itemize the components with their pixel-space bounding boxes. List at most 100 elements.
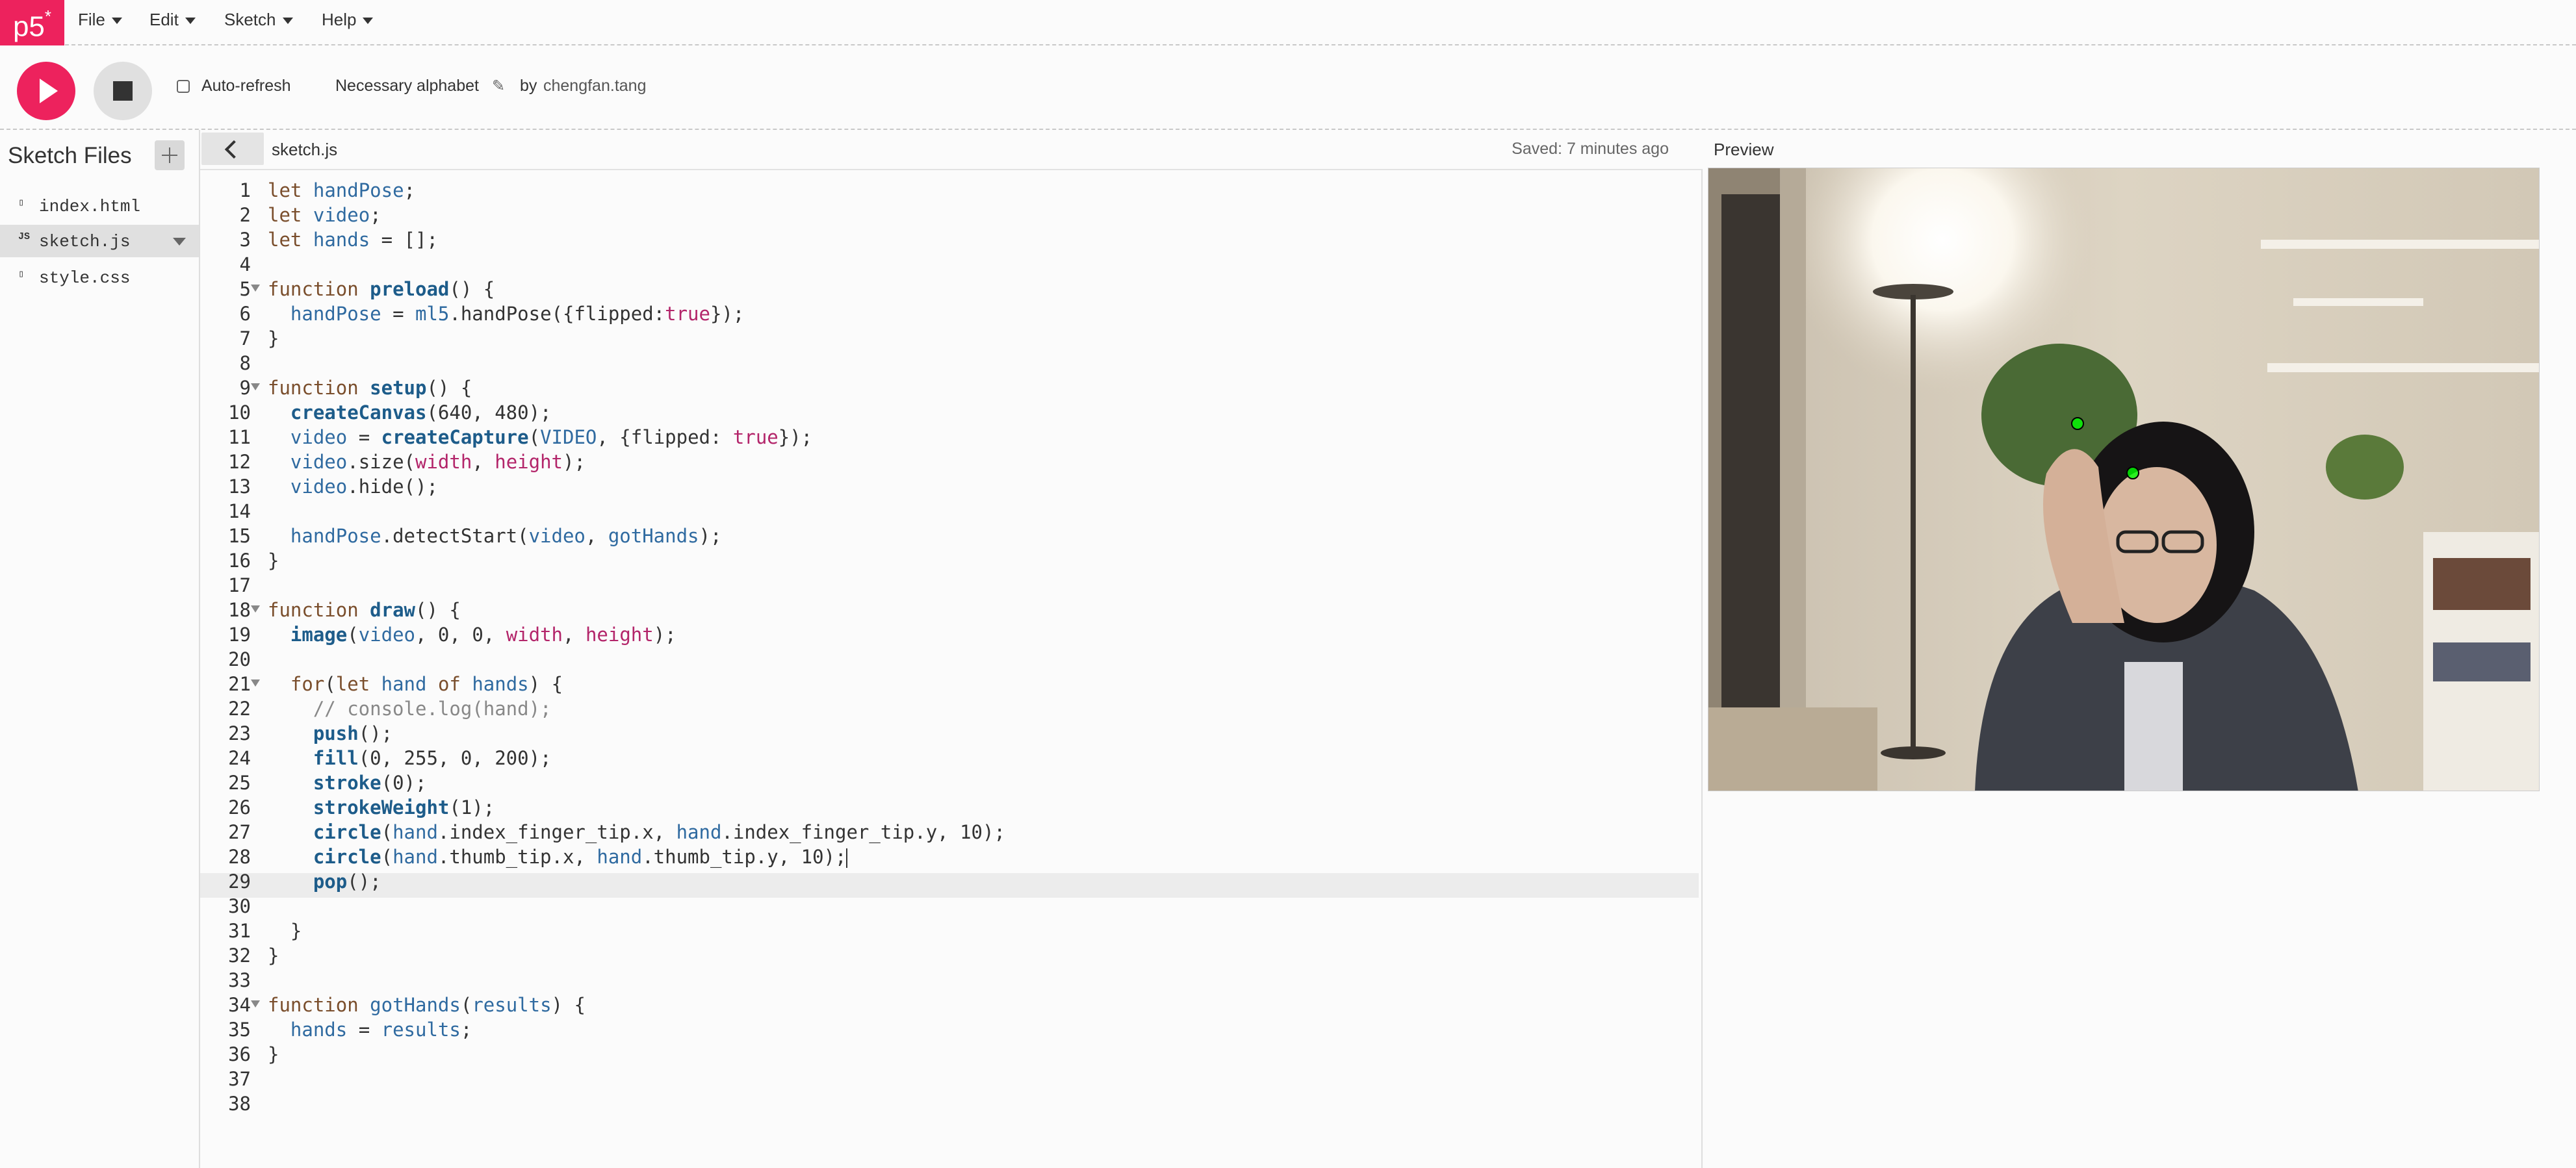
code-line[interactable]: createCanvas(640, 480); <box>268 400 552 425</box>
line-number: 34 <box>228 994 251 1016</box>
chevron-left-icon <box>224 140 244 159</box>
thumb-tip-point <box>2126 466 2139 479</box>
code-line[interactable]: handPose.detectStart(video, gotHands); <box>268 524 722 548</box>
code-editor[interactable]: 1 2 3 4 5 6 7 8 9 10 11 12 13 14 15 16 17 18 19 20 21 22 23 24 2… <box>200 169 1703 1168</box>
stop-button[interactable] <box>94 62 152 120</box>
code-line[interactable]: circle(hand.index_finger_tip.x, hand.ind… <box>268 820 1005 844</box>
sketch-files-sidebar: Sketch Files ▯ index.html JS sketch.js ▯… <box>0 130 200 1168</box>
code-line[interactable]: let hands = []; <box>268 227 438 252</box>
line-number: 19 <box>228 624 251 646</box>
text-cursor <box>846 848 848 868</box>
code-line[interactable]: strokeWeight(1); <box>268 795 495 820</box>
add-file-button[interactable] <box>155 140 185 170</box>
file-item-style-css[interactable]: ▯ style.css <box>0 261 199 294</box>
author-link[interactable]: chengfan.tang <box>543 77 646 95</box>
line-number: 13 <box>228 476 251 498</box>
line-number: 2 <box>239 204 251 226</box>
line-number: 22 <box>228 698 251 720</box>
line-number: 11 <box>228 426 251 448</box>
code-line[interactable]: hands = results; <box>268 1017 472 1042</box>
code-line[interactable]: stroke(0); <box>268 770 427 795</box>
code-line[interactable]: pop(); <box>268 869 381 894</box>
code-line[interactable]: function preload() { <box>268 277 495 301</box>
code-line[interactable]: for(let hand of hands) { <box>268 672 563 696</box>
line-number: 17 <box>228 574 251 596</box>
p5-logo[interactable]: p5* <box>0 0 64 45</box>
menu-sketch-label: Sketch <box>224 10 276 29</box>
menu-file[interactable]: File <box>78 0 122 39</box>
menu-help[interactable]: Help <box>322 0 374 39</box>
editor-file-tab: sketch.js <box>272 140 338 159</box>
file-icon: ▯ <box>18 269 25 280</box>
line-number: 3 <box>239 229 251 251</box>
auto-refresh-label[interactable]: Auto-refresh <box>201 77 291 95</box>
code-line[interactable]: video.size(width, height); <box>268 450 586 474</box>
file-item-index-html[interactable]: ▯ index.html <box>0 190 199 222</box>
code-line[interactable]: function gotHands(results) { <box>268 993 586 1017</box>
caret-down-icon <box>363 18 374 25</box>
line-number: 15 <box>228 525 251 547</box>
code-line[interactable]: } <box>268 919 302 943</box>
line-number: 20 <box>228 648 251 670</box>
line-number: 14 <box>228 500 251 522</box>
caret-down-icon <box>185 18 196 25</box>
webcam-feed-image <box>1708 168 2539 791</box>
code-line[interactable]: push(); <box>268 721 393 746</box>
line-number: 35 <box>228 1019 251 1041</box>
line-number: 18 <box>228 599 251 621</box>
file-item-sketch-js[interactable]: JS sketch.js <box>0 225 199 257</box>
line-number: 33 <box>228 969 251 991</box>
line-number: 30 <box>228 895 251 917</box>
menu-help-label: Help <box>322 10 357 29</box>
fold-arrow-icon[interactable] <box>251 1000 260 1008</box>
line-number: 8 <box>239 352 251 374</box>
code-line[interactable]: function draw() { <box>268 598 461 622</box>
code-line[interactable]: let video; <box>268 203 381 227</box>
code-line[interactable]: handPose = ml5.handPose({flipped:true}); <box>268 301 744 326</box>
code-line[interactable]: } <box>268 943 279 968</box>
line-number: 37 <box>228 1068 251 1090</box>
caret-down-icon <box>111 18 122 25</box>
fold-arrow-icon[interactable] <box>251 383 260 390</box>
menu-sketch[interactable]: Sketch <box>224 0 293 39</box>
fold-arrow-icon[interactable] <box>251 285 260 292</box>
play-button[interactable] <box>17 62 75 120</box>
pencil-icon[interactable]: ✎ <box>492 77 505 95</box>
fold-arrow-icon[interactable] <box>251 605 260 613</box>
code-line[interactable]: } <box>268 548 279 573</box>
line-number: 23 <box>228 722 251 744</box>
code-line[interactable]: function setup() { <box>268 375 472 400</box>
line-number: 10 <box>228 401 251 424</box>
line-number: 7 <box>239 327 251 349</box>
toolbar: Auto-refresh Necessary alphabet ✎ by che… <box>0 45 2576 130</box>
line-number: 16 <box>228 550 251 572</box>
project-name[interactable]: Necessary alphabet <box>335 77 479 95</box>
line-number: 25 <box>228 772 251 794</box>
code-area[interactable]: let handPose; let video; let hands = []; fu… <box>268 170 1697 1168</box>
code-line[interactable]: // console.log(hand); <box>268 696 552 721</box>
line-number: 27 <box>228 821 251 843</box>
code-line[interactable]: let handPose; <box>268 178 415 203</box>
line-number-gutter: 1 2 3 4 5 6 7 8 9 10 11 12 13 14 15 16 17 18 19 20 21 22 23 24 2… <box>200 170 268 1168</box>
fold-arrow-icon[interactable] <box>251 679 260 687</box>
collapse-sidebar-button[interactable] <box>201 133 264 165</box>
code-line[interactable]: video.hide(); <box>268 474 438 499</box>
line-number: 21 <box>228 673 251 695</box>
menu-edit[interactable]: Edit <box>149 0 196 39</box>
line-number: 26 <box>228 796 251 819</box>
line-number: 36 <box>228 1043 251 1065</box>
preview-canvas[interactable] <box>1708 168 2540 791</box>
code-line[interactable]: } <box>268 1042 279 1067</box>
code-line[interactable]: video = createCapture(VIDEO, {flipped: t… <box>268 425 812 450</box>
line-number: 1 <box>239 179 251 201</box>
js-file-icon: JS <box>18 231 31 242</box>
code-line[interactable]: image(video, 0, 0, width, height); <box>268 622 676 647</box>
file-options-caret-icon[interactable] <box>173 238 186 246</box>
line-number: 38 <box>228 1093 251 1115</box>
code-line[interactable]: circle(hand.thumb_tip.x, hand.thumb_tip.… <box>268 844 848 869</box>
auto-refresh-checkbox[interactable] <box>177 80 190 93</box>
line-number: 28 <box>228 846 251 868</box>
code-line[interactable]: fill(0, 255, 0, 200); <box>268 746 552 770</box>
line-number: 6 <box>239 303 251 325</box>
code-line[interactable]: } <box>268 326 279 351</box>
